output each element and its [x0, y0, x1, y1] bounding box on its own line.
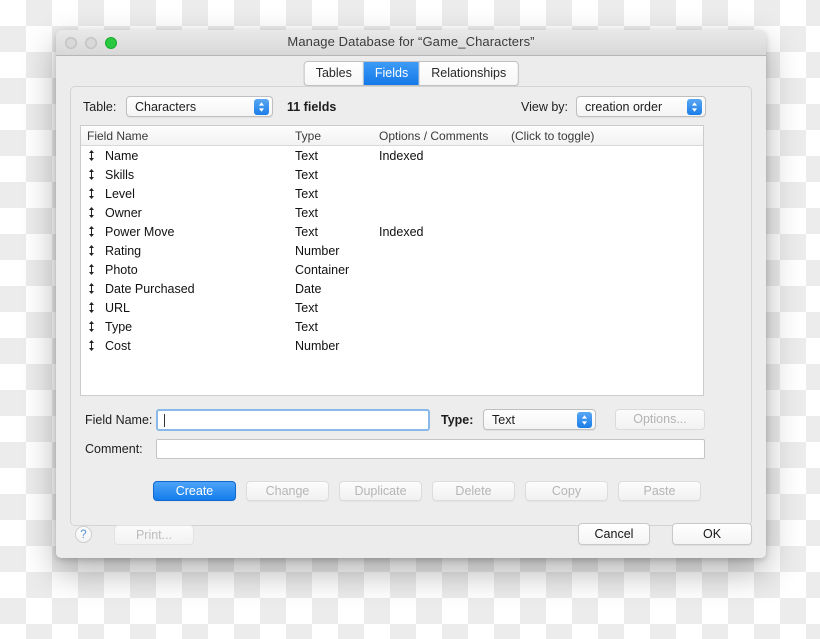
- fields-toolbar: Table: Characters 11 fields View by: cre…: [71, 96, 751, 118]
- sort-updown-icon: [81, 207, 99, 218]
- sort-updown-icon: [81, 226, 99, 237]
- field-name-cell: Owner: [105, 205, 142, 220]
- field-name-cell: Level: [105, 186, 135, 201]
- dialog-footer: ? Print... Cancel OK: [56, 512, 766, 558]
- ok-button[interactable]: OK: [672, 523, 752, 545]
- table-row[interactable]: Cost Number: [81, 336, 703, 355]
- field-type-cell: Number: [295, 338, 340, 353]
- table-row[interactable]: Owner Text: [81, 203, 703, 222]
- field-type-cell: Text: [295, 205, 318, 220]
- table-label: Table:: [83, 100, 117, 114]
- table-select[interactable]: Characters: [126, 96, 273, 117]
- delete-button[interactable]: Delete: [432, 481, 515, 501]
- field-action-buttons: Create Change Duplicate Delete Copy Paste: [153, 481, 701, 501]
- table-row[interactable]: Power Move Text Indexed: [81, 222, 703, 241]
- options-button[interactable]: Options...: [615, 409, 705, 430]
- fields-list-header: Field Name Type Options / Comments (Clic…: [81, 126, 703, 146]
- table-row[interactable]: URL Text: [81, 298, 703, 317]
- sort-updown-icon: [81, 302, 99, 313]
- stepper-updown-icon[interactable]: [577, 412, 592, 428]
- table-row[interactable]: Type Text: [81, 317, 703, 336]
- column-header-type[interactable]: Type: [289, 129, 373, 143]
- field-type-cell: Number: [295, 243, 340, 258]
- type-select-value: Text: [492, 413, 515, 427]
- sort-updown-icon: [81, 264, 99, 275]
- tab-relationships[interactable]: Relationships: [420, 62, 518, 85]
- field-name-cell: Cost: [105, 338, 131, 353]
- manage-database-window: Manage Database for “Game_Characters” Ta…: [56, 30, 766, 558]
- sort-updown-icon: [81, 169, 99, 180]
- fields-list-body: Name Text Indexed Skills Text Level Text Owner T…: [81, 146, 703, 355]
- field-name-cell: Date Purchased: [105, 281, 195, 296]
- duplicate-button[interactable]: Duplicate: [339, 481, 422, 501]
- view-by-select[interactable]: creation order: [576, 96, 706, 117]
- stepper-updown-icon[interactable]: [254, 99, 269, 115]
- field-type-cell: Date: [295, 281, 322, 296]
- copy-button[interactable]: Copy: [525, 481, 608, 501]
- field-type-cell: Text: [295, 167, 318, 182]
- table-row[interactable]: Rating Number: [81, 241, 703, 260]
- type-select[interactable]: Text: [483, 409, 596, 430]
- field-name-input[interactable]: [156, 409, 430, 431]
- sort-updown-icon: [81, 188, 99, 199]
- stepper-updown-icon[interactable]: [687, 99, 702, 115]
- field-name-cell: Rating: [105, 243, 142, 258]
- view-by-label: View by:: [521, 100, 569, 114]
- field-name-cell: Power Move: [105, 224, 175, 239]
- field-name-cell: Type: [105, 319, 133, 334]
- sort-updown-icon: [81, 321, 99, 332]
- field-type-cell: Text: [295, 224, 318, 239]
- field-name-cell: Name: [105, 148, 139, 163]
- field-options-cell: Indexed: [379, 224, 424, 239]
- tab-tables[interactable]: Tables: [304, 62, 364, 85]
- table-row[interactable]: Photo Container: [81, 260, 703, 279]
- create-button[interactable]: Create: [153, 481, 236, 501]
- field-type-cell: Text: [295, 300, 318, 315]
- sort-updown-icon: [81, 245, 99, 256]
- field-type-cell: Text: [295, 186, 318, 201]
- comment-label: Comment:: [85, 442, 143, 456]
- tab-fields[interactable]: Fields: [363, 62, 421, 85]
- view-by-select-value: creation order: [585, 100, 663, 114]
- table-row[interactable]: Skills Text: [81, 165, 703, 184]
- sort-updown-icon: [81, 150, 99, 161]
- field-options-cell: Indexed: [379, 148, 424, 163]
- tab-bar: Tables Fields Relationships: [56, 56, 766, 86]
- print-button[interactable]: Print...: [114, 525, 194, 545]
- field-name-cell: Photo: [105, 262, 138, 277]
- column-header-options-comments[interactable]: Options / Comments: [373, 129, 505, 143]
- table-row[interactable]: Name Text Indexed: [81, 146, 703, 165]
- column-header-field-name[interactable]: Field Name: [81, 129, 289, 143]
- type-label: Type:: [441, 413, 474, 427]
- table-select-value: Characters: [135, 100, 197, 114]
- field-count: 11 fields: [287, 100, 337, 114]
- column-header-click-to-toggle[interactable]: (Click to toggle): [505, 129, 703, 143]
- field-type-cell: Container: [295, 262, 350, 277]
- fields-list[interactable]: Field Name Type Options / Comments (Clic…: [80, 125, 704, 396]
- paste-button[interactable]: Paste: [618, 481, 701, 501]
- help-button[interactable]: ?: [75, 526, 92, 543]
- text-caret: [164, 414, 165, 427]
- window-title: Manage Database for “Game_Characters”: [287, 34, 535, 49]
- change-button[interactable]: Change: [246, 481, 329, 501]
- fields-panel: Table: Characters 11 fields View by: cre…: [70, 86, 752, 526]
- tab-group: Tables Fields Relationships: [303, 61, 519, 86]
- table-row[interactable]: Date Purchased Date: [81, 279, 703, 298]
- sort-updown-icon: [81, 340, 99, 351]
- cancel-button[interactable]: Cancel: [578, 523, 650, 545]
- table-row[interactable]: Level Text: [81, 184, 703, 203]
- field-name-label: Field Name:: [85, 413, 153, 427]
- field-name-cell: URL: [105, 300, 131, 315]
- field-type-cell: Text: [295, 319, 318, 334]
- window-titlebar: Manage Database for “Game_Characters”: [56, 30, 766, 56]
- field-name-cell: Skills: [105, 167, 135, 182]
- sort-updown-icon: [81, 283, 99, 294]
- comment-input[interactable]: [156, 439, 705, 459]
- field-type-cell: Text: [295, 148, 318, 163]
